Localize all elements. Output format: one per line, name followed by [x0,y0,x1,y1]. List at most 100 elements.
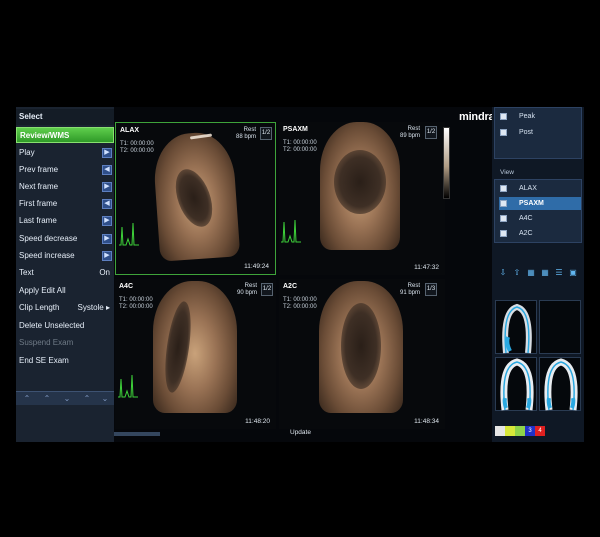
quad-view-name: ALAX [120,127,140,134]
menu-title: Select [16,109,114,125]
view-item[interactable]: A2C [499,227,581,240]
menu-item-label: End SE Exam [19,356,69,365]
menu-item-suspend-exam: Suspend Exam [16,335,114,351]
menu-item-first-frame[interactable]: First frame ◀ [16,196,114,212]
ventricle-cavity [334,150,386,214]
score-swatch[interactable] [495,426,505,436]
menu-item-label: Speed increase [19,251,75,260]
view-item[interactable]: ALAX [499,182,581,195]
import-icon[interactable]: ⇩ [498,268,508,278]
view-label: A2C [519,230,533,237]
down-arrow-icon[interactable]: ⌄ [100,393,110,404]
score-swatch[interactable] [505,426,515,436]
ecg-trace [119,222,139,246]
view-section-title: View [500,169,514,176]
quad-rest-label: Rest [407,126,420,132]
right-arrow-icon[interactable]: ▶ [102,216,112,226]
menu-item-prev-frame[interactable]: Prev frame ◀ [16,162,114,178]
export-icon[interactable]: ⇧ [512,268,522,278]
heart-segment-icon [544,358,578,411]
menu-item-review-wms[interactable]: Review/WMS [16,127,114,143]
view-item[interactable]: A4C [499,212,581,225]
right-panel: Peak Post View ALAX PSAXM A4C A2C ⇩ ⇧ ▦ … [492,107,584,442]
menu-item-label: Prev frame [19,165,59,174]
menu-item-end-se-exam[interactable]: End SE Exam [16,353,114,369]
segment-diagram-a4c[interactable] [495,357,537,411]
clip-length-value[interactable]: Systole ▸ [78,300,110,316]
menu-item-speed-decrease[interactable]: Speed decrease ▶ [16,231,114,247]
quad-t2: T2: 00:00:00 [119,304,153,310]
stage-item[interactable]: Post [499,126,581,139]
up-arrow-icon[interactable]: ⌃ [82,393,92,404]
left-arrow-icon[interactable]: ◀ [102,165,112,175]
stage-item[interactable]: Peak [499,110,581,123]
quad-view-name: A4C [119,283,134,290]
quad-heart-rate: 91 bpm [399,290,420,296]
play-arrow-icon[interactable]: ▶ [102,148,112,158]
checkbox-icon[interactable] [500,185,507,192]
layout-icon[interactable]: ▦ [526,268,536,278]
left-arrow-icon[interactable]: ◀ [102,199,112,209]
menu-item-clip-length[interactable]: Clip Length Systole ▸ [16,300,114,316]
grayscale-bar [443,127,450,199]
view-label: PSAXM [519,200,544,207]
segment-diagram-a2c[interactable] [539,357,581,411]
view-label: ALAX [519,185,537,192]
text-toggle-value[interactable]: On [99,265,110,281]
menu-item-last-frame[interactable]: Last frame ▶ [16,213,114,229]
checkbox-icon[interactable] [500,230,507,237]
quad-t2: T2: 00:00:00 [283,147,317,153]
up-arrow-icon[interactable]: ⌃ [22,393,32,404]
quad-frame-counter: 1/2 [260,127,272,140]
list-icon[interactable]: ☰ [554,268,564,278]
quad-timestamp: 11:48:34 [414,418,439,425]
menu-item-label: Text [19,268,34,277]
stage-list: Peak Post [494,107,582,159]
down-arrow-icon[interactable]: ⌄ [62,393,72,404]
menu-item-label: Delete Unselected [19,321,85,330]
menu-item-next-frame[interactable]: Next frame ▶ [16,179,114,195]
image-quad-a4c[interactable]: A4C T1: 00:00:00 T2: 00:00:00 Rest 90 bp… [115,279,276,429]
menu-item-label: Review/WMS [20,131,70,140]
update-button[interactable]: Update [290,429,311,436]
checkbox-icon[interactable] [500,200,507,207]
quad-rest-label: Rest [407,283,420,289]
score-swatch[interactable]: 4 [535,426,545,436]
up-arrow-icon[interactable]: ⌃ [42,393,52,404]
ventricle-cavity [341,303,381,389]
score-swatch[interactable]: 3 [525,426,535,436]
right-arrow-icon[interactable]: ▶ [102,234,112,244]
menu-item-play[interactable]: Play ▶ [16,145,114,161]
image-quad-alax[interactable]: ALAX T1: 00:00:00 T2: 00:00:00 Rest 88 b… [115,122,276,275]
heart-segment-icon [500,358,534,411]
quad-frame-counter: 1/2 [425,126,437,139]
menu-item-speed-increase[interactable]: Speed increase ▶ [16,248,114,264]
score-swatch[interactable] [515,426,525,436]
view-item-selected[interactable]: PSAXM [499,197,581,210]
segment-diagram-psaxm[interactable] [539,300,581,354]
quad-t1: T1: 00:00:00 [283,297,317,303]
quad-t1: T1: 00:00:00 [120,141,154,147]
checkbox-icon[interactable] [500,129,507,136]
menu-item-label: Last frame [19,216,57,225]
checkbox-icon[interactable] [500,215,507,222]
right-arrow-icon[interactable]: ▶ [102,182,112,192]
image-quad-psaxm[interactable]: PSAXM T1: 00:00:00 T2: 00:00:00 Rest 89 … [279,122,445,275]
checkbox-icon[interactable] [500,113,507,120]
stage-label: Post [519,129,534,136]
delete-icon[interactable]: ▣ [568,268,578,278]
quad-frame-counter: 1/3 [425,283,437,296]
menu-item-delete-unselected[interactable]: Delete Unselected [16,318,114,334]
menu-item-text[interactable]: Text On [16,265,114,281]
menu-item-label: Suspend Exam [19,338,74,347]
right-arrow-icon[interactable]: ▶ [102,251,112,261]
menu-item-label: Play [19,148,35,157]
menu-item-apply-edit-all[interactable]: Apply Edit All [16,283,114,299]
image-quad-a2c[interactable]: A2C T1: 00:00:00 T2: 00:00:00 Rest 91 bp… [279,279,445,429]
scrollbar-thumb[interactable] [114,432,160,436]
ultrasound-image [153,281,237,413]
quad-view-name: PSAXM [283,126,308,133]
segment-diagram-alax[interactable] [495,300,537,354]
quad-rest-label: Rest [244,283,257,289]
grid-icon[interactable]: ▦ [540,268,550,278]
